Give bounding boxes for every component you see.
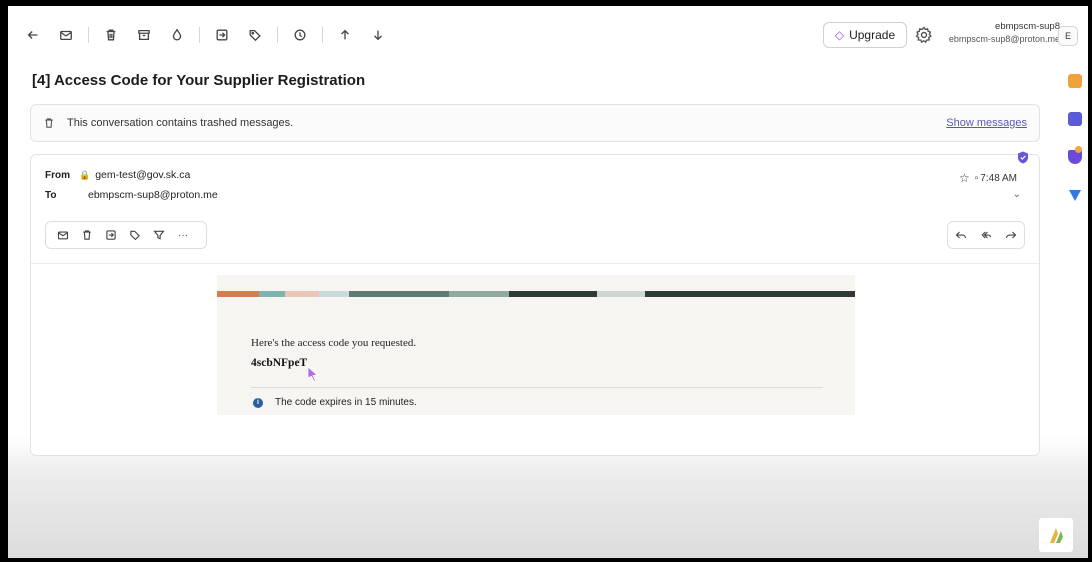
sender-address[interactable]: gem-test@gov.sk.ca: [95, 169, 190, 181]
trashed-messages-banner: This conversation contains trashed messa…: [30, 104, 1040, 142]
to-row: To ebmpscm-sup8@proton.me: [45, 189, 218, 201]
from-row: From 🔒 gem-test@gov.sk.ca: [45, 169, 190, 181]
expiry-note: i The code expires in 15 minutes.: [253, 397, 417, 408]
email-intro-text: Here's the access code you requested.: [251, 337, 417, 349]
forward-icon[interactable]: [1002, 226, 1020, 244]
toolbar-separator: [277, 27, 278, 43]
header-divider: [31, 263, 1039, 264]
from-label: From: [45, 169, 70, 181]
trash-icon[interactable]: [78, 226, 96, 244]
email-content: Here's the access code you requested. 4s…: [217, 275, 855, 415]
info-icon: i: [253, 397, 263, 408]
gear-icon[interactable]: [915, 26, 933, 44]
toolbar-separator: [88, 27, 89, 43]
message-card: From 🔒 gem-test@gov.sk.ca To ebmpscm-sup…: [30, 151, 1040, 456]
verified-shield-icon: [1018, 151, 1028, 164]
trash-icon[interactable]: [100, 24, 122, 46]
banner-text: This conversation contains trashed messa…: [67, 117, 294, 129]
reply-actions: [947, 221, 1025, 249]
message-actions: ···: [45, 221, 207, 249]
star-icon[interactable]: ☆: [959, 171, 970, 185]
show-messages-link[interactable]: Show messages: [946, 117, 1027, 129]
access-code[interactable]: 4scbNFpeT: [251, 357, 307, 369]
page-title: [4] Access Code for Your Supplier Regist…: [32, 72, 366, 89]
account-info[interactable]: ebmpscm-sup8 ebmpscm-sup8@proton.me: [949, 21, 1060, 45]
email-divider: [251, 387, 823, 388]
notification-dot-icon: [1075, 146, 1082, 153]
calendar-icon[interactable]: [1068, 112, 1082, 126]
back-arrow-icon[interactable]: [22, 24, 44, 46]
upgrade-button[interactable]: ◇ Upgrade: [823, 22, 907, 48]
expiry-text: The code expires in 15 minutes.: [275, 397, 417, 408]
inbox-icon: ▫: [974, 172, 979, 184]
message-meta: ☆ ▫ 7:48 AM: [954, 171, 1017, 185]
toolbar-separator: [199, 27, 200, 43]
lock-icon: 🔒: [79, 169, 91, 180]
drive-icon[interactable]: [1068, 188, 1082, 202]
spam-icon[interactable]: [166, 24, 188, 46]
archive-icon[interactable]: [133, 24, 155, 46]
previous-arrow-icon[interactable]: [334, 24, 356, 46]
mark-unread-icon[interactable]: [54, 226, 72, 244]
message-time: 7:48 AM: [980, 172, 1017, 184]
filter-icon[interactable]: [150, 226, 168, 244]
account-name: ebmpscm-sup8: [995, 21, 1060, 32]
corner-logo-icon: [1039, 518, 1073, 552]
trash-icon: [43, 116, 57, 130]
account-email: ebmpscm-sup8@proton.me: [948, 34, 1060, 44]
mouse-cursor-icon: [307, 366, 318, 382]
to-label: To: [45, 189, 57, 201]
reply-icon[interactable]: [952, 226, 970, 244]
diamond-icon: ◇: [834, 28, 845, 42]
chevron-down-icon[interactable]: ⌄: [1013, 189, 1021, 200]
more-options-button[interactable]: ···: [174, 226, 192, 244]
avatar[interactable]: E: [1058, 26, 1078, 46]
mail-window: ◇ Upgrade ebmpscm-sup8 ebmpscm-sup8@prot…: [8, 6, 1088, 558]
toolbar-separator: [322, 27, 323, 43]
move-to-folder-icon[interactable]: [102, 226, 120, 244]
label-icon[interactable]: [244, 24, 266, 46]
label-icon[interactable]: [126, 226, 144, 244]
upgrade-label: Upgrade: [849, 28, 896, 42]
snooze-icon[interactable]: [289, 24, 311, 46]
move-to-folder-icon[interactable]: [211, 24, 233, 46]
reply-all-icon[interactable]: [977, 226, 995, 244]
mark-unread-icon[interactable]: [55, 24, 77, 46]
next-arrow-icon[interactable]: [367, 24, 389, 46]
email-hero-banner: [217, 291, 855, 297]
message-toolbar: ◇ Upgrade ebmpscm-sup8 ebmpscm-sup8@prot…: [8, 6, 1088, 64]
recipient-address[interactable]: ebmpscm-sup8@proton.me: [88, 189, 218, 201]
contacts-icon[interactable]: [1068, 74, 1082, 88]
